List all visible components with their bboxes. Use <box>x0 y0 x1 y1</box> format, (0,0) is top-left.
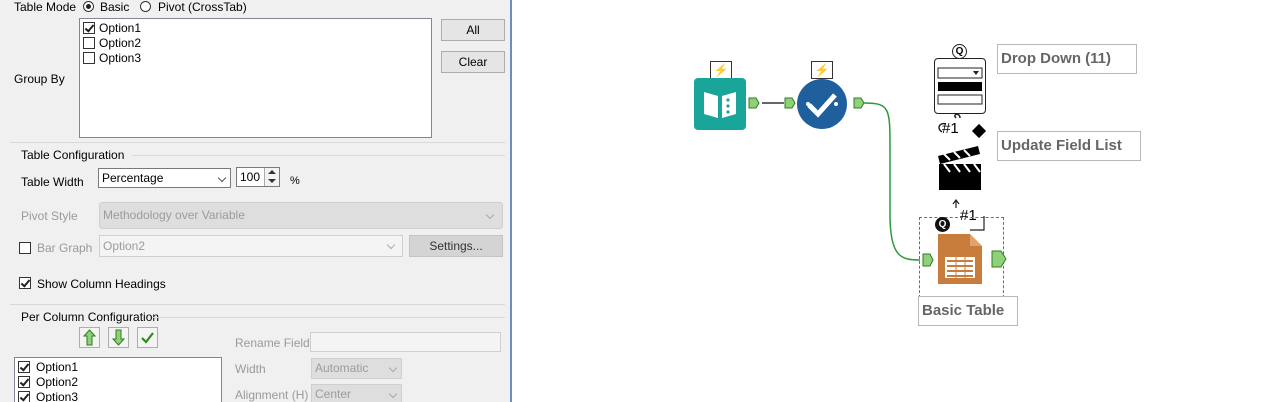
connection-lines <box>762 102 921 261</box>
alignment-value: Center <box>315 387 352 401</box>
move-up-button[interactable] <box>79 327 100 348</box>
section-divider <box>10 142 505 143</box>
bar-graph-label: Bar Graph <box>37 241 93 255</box>
column-option1-checkbox[interactable] <box>18 361 30 373</box>
chevron-down-icon <box>485 210 495 220</box>
check-all-columns-button[interactable] <box>137 327 158 348</box>
pivot-mode-radio[interactable] <box>140 1 151 12</box>
input-tool[interactable] <box>694 78 746 130</box>
move-down-button[interactable] <box>108 327 129 348</box>
output-anchor[interactable] <box>991 250 1007 268</box>
alignment-dropdown[interactable]: Center <box>311 384 402 402</box>
checkmark-icon <box>141 332 154 344</box>
dropdown-tool[interactable] <box>934 58 986 114</box>
output-anchor[interactable] <box>853 97 865 109</box>
input-anchor[interactable] <box>922 253 934 267</box>
basic-table-label[interactable]: Basic Table <box>918 296 1018 326</box>
section-divider <box>132 155 505 156</box>
question-badge-icon: Q <box>952 44 967 59</box>
output-anchor[interactable] <box>748 97 760 109</box>
arrow-up-icon[interactable] <box>268 170 276 174</box>
chevron-down-icon <box>388 389 398 399</box>
table-width-label: Table Width <box>21 175 84 189</box>
table-mode-label: Table Mode <box>14 0 77 14</box>
column-option3-label: Option3 <box>36 390 79 402</box>
question-badge-icon: Q <box>935 217 950 232</box>
group-by-option1-checkbox[interactable] <box>83 22 95 34</box>
pivot-style-dropdown[interactable]: Methodology over Variable <box>99 202 503 229</box>
stepper-arrows[interactable] <box>264 168 279 186</box>
group-by-listbox[interactable]: Option1 Option2 Option3 <box>79 18 432 138</box>
bar-graph-field-value: Option2 <box>103 239 146 253</box>
settings-button[interactable]: Settings... <box>409 235 503 257</box>
table-width-mode-value: Percentage <box>102 171 164 185</box>
arrow-down-icon[interactable] <box>268 179 276 183</box>
table-width-stepper[interactable]: 100 <box>236 167 280 187</box>
table-width-mode-dropdown[interactable]: Percentage <box>98 168 231 188</box>
basic-mode-radio[interactable] <box>83 1 94 12</box>
lightning-badge-icon: ⚡ <box>811 61 833 79</box>
lightning-badge-icon: ⚡ <box>710 61 732 79</box>
book-input-icon <box>704 92 736 118</box>
show-column-headings-checkbox[interactable] <box>19 277 31 289</box>
width-label: Width <box>235 362 266 376</box>
check-circle-icon <box>797 79 847 129</box>
clapperboard-icon <box>938 146 981 190</box>
select-all-button[interactable]: All <box>441 19 505 41</box>
columns-listbox[interactable]: Option1 Option2 Option3 <box>14 357 222 402</box>
table-configuration-title: Table Configuration <box>21 148 125 162</box>
pivot-style-label: Pivot Style <box>21 209 78 223</box>
clear-button[interactable]: Clear <box>441 51 505 73</box>
basic-table-tool[interactable] <box>936 232 984 286</box>
column-option2-checkbox[interactable] <box>18 376 30 388</box>
input-anchor[interactable] <box>784 97 796 109</box>
bar-graph-field-dropdown[interactable]: Option2 <box>99 235 403 257</box>
group-by-option2-checkbox[interactable] <box>83 37 95 49</box>
table-width-value: 100 <box>240 170 261 184</box>
rename-field-label: Rename Field <box>235 336 310 350</box>
group-by-option1-label: Option1 <box>99 21 142 35</box>
configuration-panel: Table Mode Basic Pivot (CrossTab) Group … <box>0 0 510 402</box>
column-width-value: Automatic <box>315 361 369 375</box>
group-by-option2-label: Option2 <box>99 36 142 50</box>
bar-graph-checkbox[interactable] <box>19 242 31 254</box>
table-icon <box>938 234 982 284</box>
section-divider <box>10 304 505 305</box>
per-column-configuration-title: Per Column Configuration <box>21 310 160 324</box>
action-tag: #1 <box>942 120 959 137</box>
arrow-down-icon <box>111 329 126 346</box>
column-option3-checkbox[interactable] <box>18 391 30 402</box>
alignment-label: Alignment (H) <box>235 388 309 402</box>
pivot-style-value: Methodology over Variable <box>103 208 245 222</box>
workflow-canvas[interactable]: ⚡ ⚡ Q Drop Down (11) #1 Update Field Lis… <box>512 0 1274 402</box>
column-width-dropdown[interactable]: Automatic <box>311 358 402 379</box>
show-column-headings-label: Show Column Headings <box>37 277 166 291</box>
connection-check-to-table <box>863 102 921 261</box>
rename-field-input[interactable] <box>310 332 501 352</box>
dropdown-tool-label[interactable]: Drop Down (11) <box>997 44 1137 74</box>
chevron-down-icon <box>386 240 396 250</box>
group-by-option3-label: Option3 <box>99 51 142 65</box>
dropdown-icon <box>937 67 983 105</box>
section-divider <box>152 317 505 318</box>
group-by-label: Group By <box>14 72 65 86</box>
check-tool[interactable] <box>796 78 848 130</box>
update-field-list-label[interactable]: Update Field List <box>997 131 1141 161</box>
pivot-mode-label[interactable]: Pivot (CrossTab) <box>158 0 247 14</box>
column-option2-label: Option2 <box>36 375 79 389</box>
arrow-up-icon <box>82 329 97 346</box>
group-by-option3-checkbox[interactable] <box>83 52 95 64</box>
chevron-down-icon <box>388 363 398 373</box>
update-field-list-tool[interactable] <box>936 142 984 192</box>
column-option1-label: Option1 <box>36 360 79 374</box>
chevron-down-icon <box>217 173 227 183</box>
table-width-unit: % <box>290 175 300 187</box>
basic-mode-label[interactable]: Basic <box>100 0 129 14</box>
